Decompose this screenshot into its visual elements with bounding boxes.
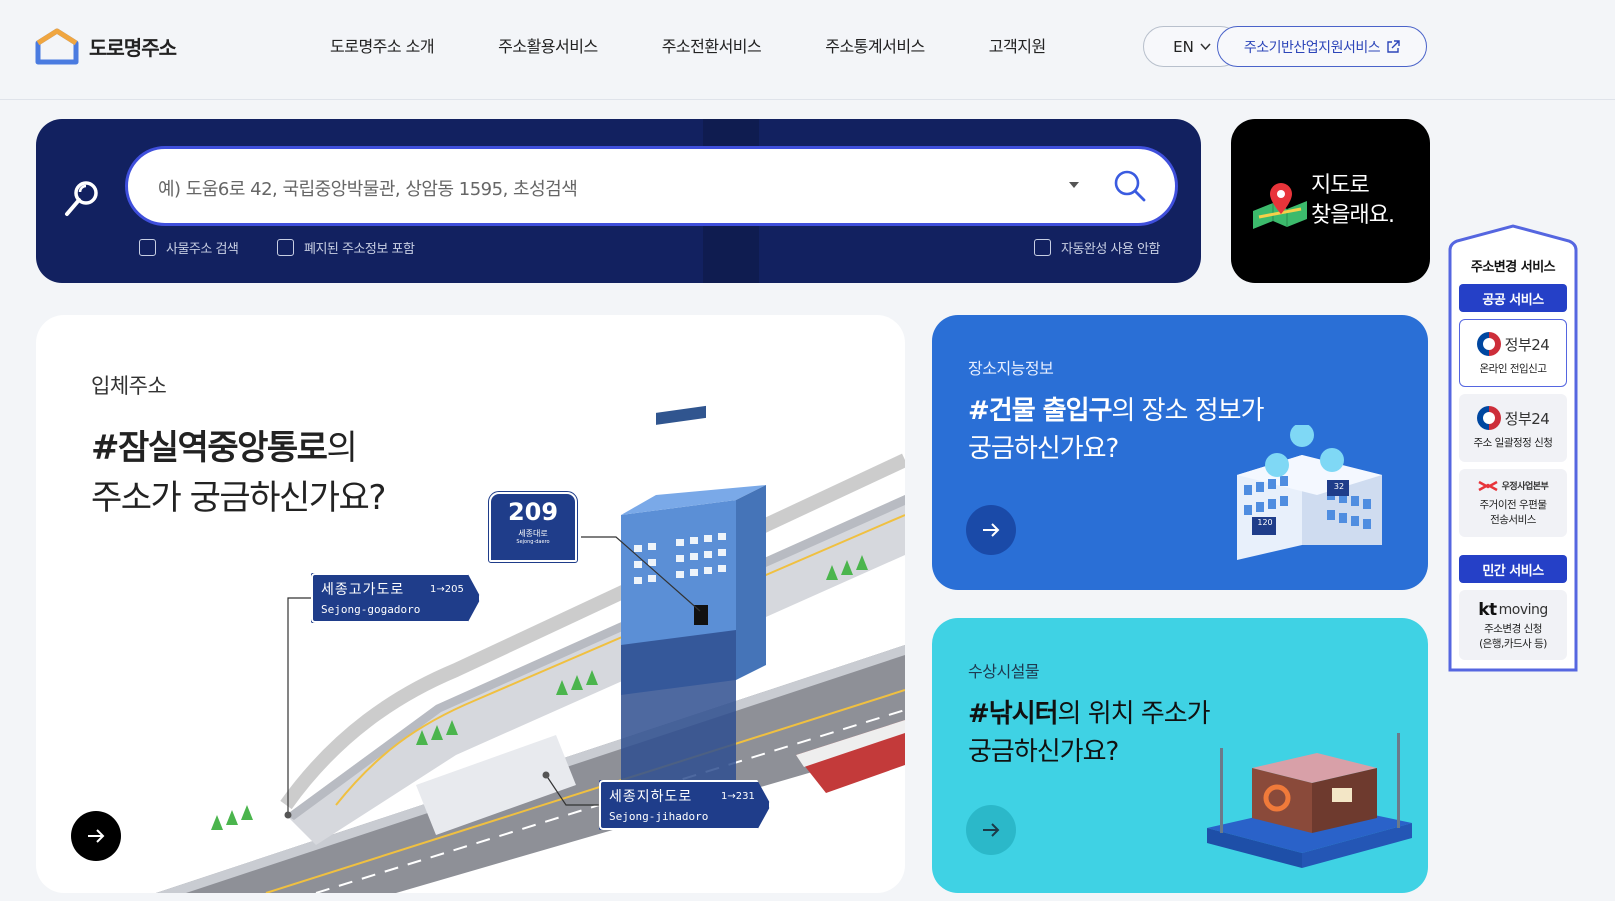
kt-moving-desc: 주소변경 신청 (은행,카드사 등) [1459,622,1567,652]
nav-item-conversion[interactable]: 주소전환서비스 [662,33,762,57]
header: 도로명주소 도로명주소 소개 주소활용서비스 주소전환서비스 주소통계서비스 고… [0,0,1615,100]
underpass-road-eng: Sejong-jihadoro [609,810,709,823]
elevated-road-kor: 세종고가도로 [321,582,405,598]
arrow-right-icon [983,823,1000,837]
map-pin-icon [1253,183,1307,229]
map-search-line2: 찾을래요. [1311,203,1395,228]
main-card-arrow-button[interactable] [71,811,121,861]
koreapost-logo-icon [1478,480,1498,491]
checkbox-box[interactable] [1034,239,1051,256]
place-intelligence-arrow-button[interactable] [966,505,1016,555]
card-title-line2: 궁금하신가요? [968,434,1119,464]
search-input[interactable]: 예) 도움6로 42, 국립중앙박물관, 상암동 1595, 초성검색 [125,146,1178,226]
search-panel: 예) 도움6로 42, 국립중앙박물관, 상암동 1595, 초성검색 사물주소… [36,119,1201,283]
kt-moving-service[interactable]: kt moving 주소변경 신청 (은행,카드사 등) [1459,590,1567,660]
logo-text: 도로명주소 [89,35,177,60]
language-label: EN [1173,37,1194,56]
card-title-hashtag: #건물 출입구 [968,396,1112,426]
gov24-batch-correction[interactable]: 정부24 주소 일괄정정 신청 [1459,394,1567,462]
autocomplete-off-checkbox[interactable]: 자동완성 사용 안함 [1034,238,1160,257]
koreapost-brand: 우정사업본부 [1459,479,1567,492]
side-panel-title: 주소변경 서비스 [1470,260,1556,275]
industry-support-button[interactable]: 주소기반산업지원서비스 [1217,26,1427,67]
checkbox-box[interactable] [277,239,294,256]
3d-address-card[interactable]: 입체주소 #잠실역중앙통로의 주소가 궁금하신가요? 209 세종대로 Sejo… [36,315,905,893]
nav-item-support[interactable]: 고객지원 [989,33,1046,57]
main-nav: 도로명주소 소개 주소활용서비스 주소전환서비스 주소통계서비스 고객지원 [330,33,1110,57]
kt-moving-desc-line2: (은행,카드사 등) [1479,638,1547,650]
gov24-desc: 온라인 전입신고 [1479,363,1547,375]
card-title: #건물 출입구의 장소 정보가 궁금하신가요? [968,392,1265,468]
nav-item-statistics[interactable]: 주소통계서비스 [825,33,925,57]
industry-support-label: 주소기반산업지원서비스 [1243,39,1381,56]
abolished-address-checkbox[interactable]: 폐지된 주소정보 포함 [277,238,415,257]
elevated-road-eng: Sejong-gogadoro [321,603,421,616]
arrow-right-icon [983,523,1000,537]
chevron-down-icon [1200,42,1211,50]
koreapost-desc-line1: 주거이전 우편물 [1479,499,1547,511]
abolished-address-label: 폐지된 주소정보 포함 [304,242,415,257]
gov24-label: 정부24 [1504,409,1550,428]
building-number: 209 [507,498,559,526]
autocomplete-off-label: 자동완성 사용 안함 [1061,242,1160,257]
search-history-dropdown-icon[interactable] [1069,182,1079,188]
place-intelligence-card[interactable]: 장소지능정보 #건물 출입구의 장소 정보가 궁금하신가요? 120 32 [932,315,1428,590]
water-facility-arrow-button[interactable] [966,805,1016,855]
taegeuk-icon [1476,332,1501,356]
building-road-eng: Sejong-daero [516,539,550,545]
card-title: #낚시터의 위치 주소가 궁금하신가요? [968,695,1211,771]
checkbox-box[interactable] [139,239,156,256]
building-number-sign: 209 세종대로 Sejong-daero [488,491,578,563]
kt-moving-desc-line1: 주소변경 신청 [1484,623,1542,635]
entrance-plate-b: 32 [1333,482,1345,491]
private-service-label: 민간 서비스 [1459,555,1567,583]
taegeuk-icon [1476,406,1501,430]
entrance-plate-a: 120 [1257,518,1273,527]
search-button-icon[interactable] [1113,169,1147,203]
building-entrance-illustration [1237,425,1382,560]
underpass-road-kor: 세종지하도로 [609,789,693,805]
card-title-hashtag: #낚시터 [968,699,1059,729]
search-placeholder: 예) 도움6로 42, 국립중앙박물관, 상암동 1595, 초성검색 [158,179,578,200]
things-address-label: 사물주소 검색 [166,242,239,257]
water-facility-card[interactable]: 수상시설물 #낚시터의 위치 주소가 궁금하신가요? [932,618,1428,893]
elevated-road-range: 1→205 [430,584,464,595]
card-title-suffix: 의 장소 정보가 [1111,396,1264,426]
map-search-button[interactable]: 지도로 찾을래요. [1231,119,1430,283]
elevated-road-sign: 세종고가도로 1→205 Sejong-gogadoro [311,573,481,623]
card-title-line2: 궁금하신가요? [968,737,1119,767]
underpass-road-sign: 세종지하도로 1→231 Sejong-jihadoro [599,780,771,830]
logo[interactable]: 도로명주소 [35,27,177,65]
moving-label: moving [1498,602,1549,618]
kt-label: kt [1478,600,1497,620]
gov24-label: 정부24 [1504,335,1550,354]
koreapost-desc: 주거이전 우편물 전송서비스 [1459,498,1567,528]
nav-item-usage[interactable]: 주소활용서비스 [498,33,598,57]
building-road-kor: 세종대로 [518,529,548,538]
gov24-desc: 주소 일괄정정 신청 [1473,437,1553,449]
gov24-brand: 정부24 [1459,406,1567,430]
postal-forwarding-service[interactable]: 우정사업본부 주거이전 우편물 전송서비스 [1459,469,1567,537]
gov24-brand: 정부24 [1460,332,1566,356]
fishing-platform-illustration [1207,733,1412,868]
gov24-move-in-report[interactable]: 정부24 온라인 전입신고 [1459,319,1567,387]
things-address-checkbox[interactable]: 사물주소 검색 [139,238,239,257]
underpass-road-range: 1→231 [721,791,755,802]
address-search-icon [65,181,98,216]
map-search-line1: 지도로 [1311,173,1370,198]
public-service-label: 공공 서비스 [1459,284,1567,312]
address-change-side-panel: 주소변경 서비스 공공 서비스 정부24 온라인 전입신고 정부24 주소 일괄… [1447,224,1579,673]
kt-moving-brand: kt moving [1459,600,1567,620]
map-search-text: 지도로 찾을래요. [1311,171,1395,231]
koreapost-desc-line2: 전송서비스 [1490,514,1536,526]
external-link-icon [1387,39,1400,53]
card-title-suffix: 의 위치 주소가 [1057,699,1211,729]
koreapost-label: 우정사업본부 [1501,482,1549,492]
house-logo-icon [35,28,79,65]
nav-item-intro[interactable]: 도로명주소 소개 [330,33,435,57]
card-subtitle: 수상시설물 [968,662,1040,681]
card-subtitle: 장소지능정보 [968,359,1054,378]
arrow-right-icon [88,829,105,843]
